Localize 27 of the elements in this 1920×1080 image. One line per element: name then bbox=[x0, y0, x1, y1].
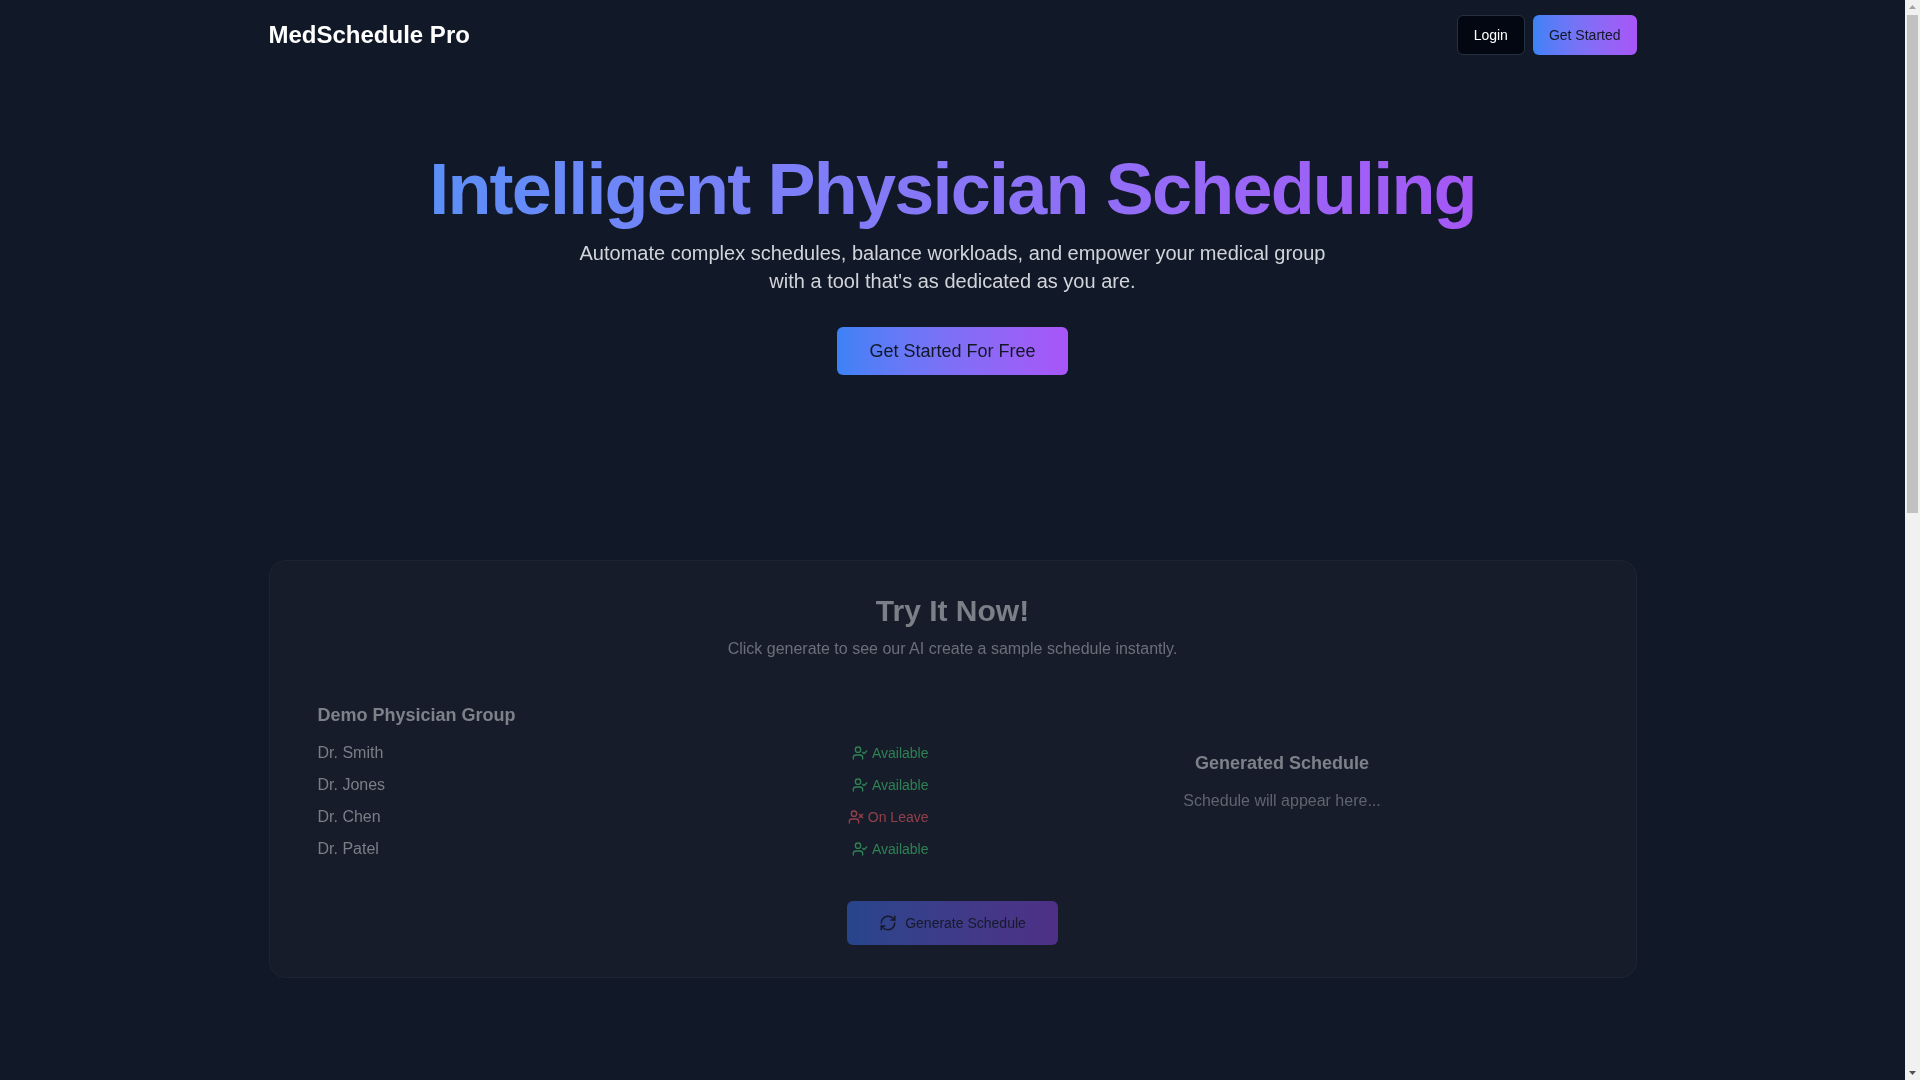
physician-name: Dr. Smith bbox=[317, 743, 384, 764]
physician-name: Dr. Patel bbox=[317, 839, 379, 860]
refresh-icon bbox=[879, 914, 898, 933]
schedule-title: Generated Schedule bbox=[1194, 752, 1370, 776]
scrollbar-thumb[interactable] bbox=[1907, 15, 1918, 513]
scroll-down-arrow-icon[interactable] bbox=[1909, 1071, 1916, 1075]
status-text: On Leave bbox=[867, 808, 929, 828]
demo-title: Try It Now! bbox=[874, 593, 1031, 630]
nav-button[interactable]: Get Started bbox=[1532, 15, 1637, 55]
status-text: Available bbox=[871, 776, 929, 796]
group-title: Demo Physician Group bbox=[317, 704, 517, 728]
scroll-up-arrow-icon[interactable] bbox=[1909, 5, 1916, 9]
physician-name: Dr. Jones bbox=[317, 775, 386, 796]
hero-subtitle: Automate complex schedules, balance workloads, and empower your medical group with a tool that's as dedicated as you are. bbox=[578, 241, 1327, 295]
scrollbar[interactable] bbox=[1905, 0, 1920, 1080]
user-x-icon bbox=[847, 809, 864, 826]
nav-button[interactable]: Login bbox=[1456, 15, 1525, 55]
status-text: Available bbox=[871, 744, 929, 764]
cta-button[interactable]: Get Started For Free bbox=[837, 327, 1068, 376]
user-check-icon bbox=[851, 745, 868, 762]
physician-name: Dr. Chen bbox=[317, 807, 381, 828]
user-check-icon bbox=[851, 777, 868, 794]
brand-name[interactable]: MedSchedule Pro bbox=[268, 19, 470, 51]
user-check-icon bbox=[851, 841, 868, 858]
schedule-empty-message: Schedule will appear here... bbox=[1183, 791, 1381, 812]
status-text: Available bbox=[871, 840, 929, 860]
demo-subtitle: Click generate to see our AI create a sample schedule instantly. bbox=[726, 639, 1179, 660]
